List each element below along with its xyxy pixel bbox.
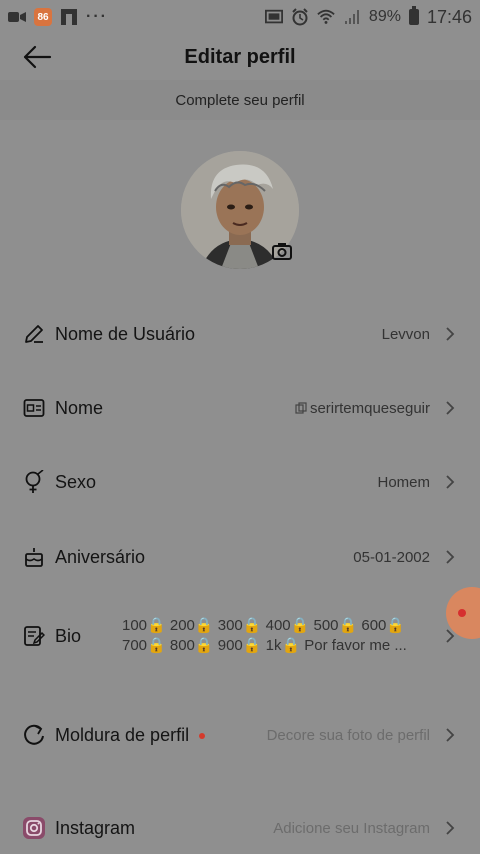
chevron-right-icon xyxy=(446,728,455,742)
video-camera-icon xyxy=(8,9,26,25)
edit-pencil-icon xyxy=(22,322,46,346)
chevron-right-icon xyxy=(446,550,455,564)
profile-frame-label-wrap: Moldura de perfil xyxy=(55,724,206,746)
bio-row[interactable]: Bio 100🔒 200🔒 300🔒 400🔒 500🔒 600🔒 700🔒 8… xyxy=(0,611,480,661)
birthday-row[interactable]: Aniversário 05-01-2002 xyxy=(0,532,480,582)
birthday-label: Aniversário xyxy=(55,546,146,567)
app-notification-badge: 86 xyxy=(34,8,52,26)
camera-icon[interactable] xyxy=(271,241,293,261)
bio-line-1: 100🔒 200🔒 300🔒 400🔒 500🔒 600🔒 xyxy=(122,617,406,634)
back-button[interactable] xyxy=(22,42,54,72)
gender-icon xyxy=(22,470,46,494)
profile-frame-value: Decore sua foto de perfil xyxy=(266,726,430,744)
instagram-icon xyxy=(22,816,46,840)
bio-label: Bio xyxy=(55,625,82,646)
status-bar: 86 ··· 89% 17:46 xyxy=(0,0,480,34)
complete-profile-text: Complete seu perfil xyxy=(175,91,305,109)
alarm-icon xyxy=(291,8,309,26)
signal-icon xyxy=(343,9,361,25)
gender-row[interactable]: Sexo Homem xyxy=(0,457,480,507)
status-bar-right: 89% 17:46 xyxy=(264,6,472,28)
profile-frame-row[interactable]: Moldura de perfil Decore sua foto de per… xyxy=(0,710,480,760)
name-label: Nome xyxy=(55,397,104,418)
wifi-icon xyxy=(317,9,335,25)
chevron-right-icon xyxy=(446,475,455,489)
chevron-right-icon xyxy=(446,327,455,341)
frame-refresh-icon xyxy=(22,723,46,747)
bio-line-2: 700🔒 800🔒 900🔒 1k🔒 Por favor me ... xyxy=(122,637,407,654)
username-row[interactable]: Nome de Usuário Levvon xyxy=(0,309,480,359)
instagram-value: Adicione seu Instagram xyxy=(273,819,430,837)
copy-icon xyxy=(295,401,307,414)
username-label: Nome de Usuário xyxy=(55,323,196,344)
back-arrow-icon xyxy=(23,45,52,69)
name-row[interactable]: Nome serirtemqueseguir xyxy=(0,383,480,433)
status-bar-left: 86 ··· xyxy=(8,8,108,26)
battery-icon xyxy=(408,6,419,25)
birthday-value: 05-01-2002 xyxy=(353,548,430,566)
id-card-icon xyxy=(22,396,46,420)
complete-profile-banner: Complete seu perfil xyxy=(0,80,480,120)
floating-button-dot xyxy=(458,609,466,617)
chevron-right-icon xyxy=(446,401,455,415)
name-value-wrap: serirtemqueseguir xyxy=(295,400,430,417)
gender-label: Sexo xyxy=(55,471,97,492)
profile-avatar-container[interactable] xyxy=(181,151,299,269)
flipboard-icon xyxy=(60,9,78,25)
profile-frame-label: Moldura de perfil xyxy=(55,724,190,745)
bio-edit-icon xyxy=(22,624,46,648)
more-notifications: ··· xyxy=(86,8,108,25)
name-value: serirtemqueseguir xyxy=(309,399,430,417)
clock-time: 17:46 xyxy=(426,6,472,27)
cast-icon xyxy=(264,9,283,25)
bio-value: 100🔒 200🔒 300🔒 400🔒 500🔒 600🔒 700🔒 800🔒 … xyxy=(122,616,430,656)
gender-value: Homem xyxy=(377,473,430,491)
chevron-right-icon xyxy=(446,821,455,835)
username-value: Levvon xyxy=(381,325,430,343)
battery-percentage: 89% xyxy=(368,8,401,25)
top-bar: Editar perfil xyxy=(0,34,480,80)
instagram-row[interactable]: Instagram Adicione seu Instagram xyxy=(0,803,480,853)
page-title: Editar perfil xyxy=(184,45,296,68)
instagram-label: Instagram xyxy=(55,817,136,838)
cake-icon xyxy=(22,545,46,569)
new-indicator-dot xyxy=(199,732,206,739)
